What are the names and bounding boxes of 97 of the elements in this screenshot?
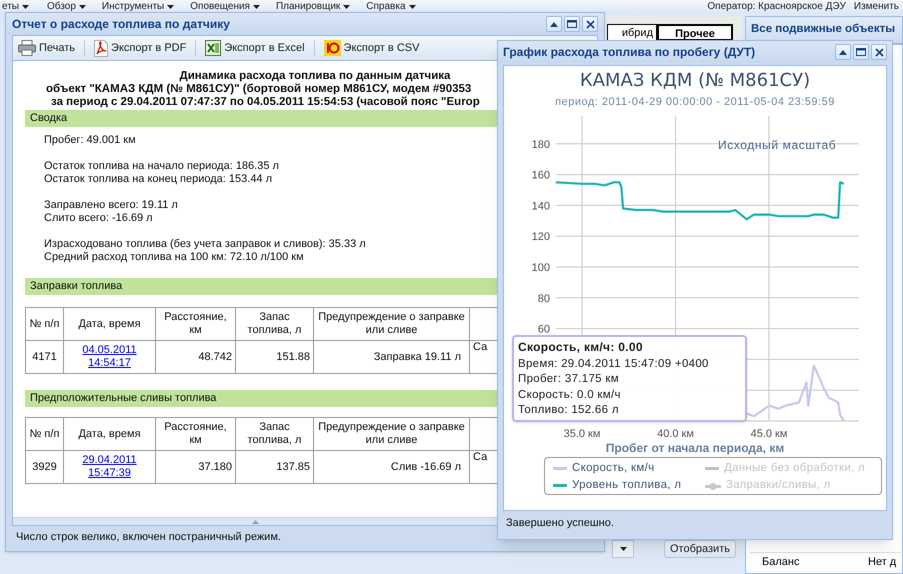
close-icon	[874, 48, 884, 56]
operator-label: Оператор: Красноярское ДЭУ	[707, 0, 846, 12]
table-cell: Слив -16.69 л	[314, 450, 470, 484]
map-tab[interactable]: Прочее	[657, 24, 733, 41]
close-icon	[586, 20, 594, 28]
tooltip-line: Время: 29.04.2011 15:47:09 +0400	[518, 358, 709, 370]
menu-item[interactable]: Обзор	[47, 0, 86, 12]
change-link[interactable]: Изменить	[854, 0, 899, 12]
printer-icon	[18, 40, 36, 56]
menu-item[interactable]: Справка	[366, 0, 416, 12]
column-header: Предупреждение о заправке или сливе	[314, 308, 470, 340]
info-label: Баланс	[761, 555, 800, 570]
summary-line: Слито всего: -16.69 л	[44, 212, 153, 224]
y-tick-label: 140	[532, 200, 550, 212]
column-header: Дата, время	[64, 308, 156, 340]
y-tick-label: 100	[532, 262, 550, 274]
triangle-up-icon	[839, 50, 847, 54]
menu-item[interactable]: еты	[2, 0, 29, 12]
triangle-up-icon	[550, 22, 558, 26]
close-button[interactable]	[582, 16, 598, 32]
column-header: № п/п	[26, 308, 64, 340]
panel-title: Все подвижные объекты	[751, 22, 896, 38]
report-heading: объект "КАМАЗ КДМ (№ М861СУ)" (бортовой номер М861СУ, модем #90353	[46, 83, 472, 95]
close-button[interactable]	[871, 44, 887, 60]
maximize-button[interactable]	[564, 16, 580, 32]
x-tick-label: 45.0 км	[750, 428, 788, 440]
csv-icon	[324, 40, 341, 56]
tooltip-line: Топливо: 152.66 л	[518, 404, 619, 416]
column-header: Расстояние, км	[156, 418, 236, 450]
menu-item[interactable]: Инструменты	[102, 0, 174, 12]
caret-icon	[252, 4, 260, 8]
y-tick-label: 80	[538, 292, 550, 305]
y-tick-label: 160	[532, 170, 550, 182]
y-tick-label: 60	[538, 324, 550, 336]
report-heading: за период с 29.04.2011 07:47:37 по 04.05.2011 15:54:53 (часовой пояс "Europ	[51, 96, 480, 108]
pdf-icon	[94, 40, 108, 56]
table-cell: 151.88	[236, 340, 314, 374]
table-cell: Са	[473, 451, 488, 463]
spreadsheet-icon	[205, 40, 222, 56]
caret-icon	[167, 4, 174, 8]
column-header: Дата, время	[64, 418, 156, 450]
axis-title: Пробег от начала периода, км	[606, 440, 784, 457]
toolbar-button[interactable]: Экспорт в CSV	[322, 40, 422, 56]
x-tick-label: 40.0 км	[657, 428, 694, 440]
status-text: Число строк велико, включен постраничный режим.	[16, 530, 281, 545]
maximize-button[interactable]	[853, 44, 869, 60]
toolbar-button[interactable]: Экспорт в Excel	[203, 40, 307, 56]
summary-line: Остаток топлива на конец периода: 153.44 л	[44, 173, 272, 185]
toolbar-button[interactable]: Экспорт в PDF	[92, 40, 188, 56]
table-cell: 37.180	[156, 450, 236, 484]
legend-item[interactable]: Скорость, км/ч	[553, 460, 705, 478]
table-cell: Заправка 19.11 л	[314, 340, 470, 374]
column-header: Предупреждение о заправке или сливе	[314, 418, 470, 450]
caret-icon	[408, 4, 416, 8]
summary-line: Остаток топлива на начало периода: 186.35 л	[44, 160, 279, 172]
column-header: № п/п	[26, 418, 64, 450]
window-title: Отчет о расходе топлива по датчику	[12, 16, 230, 33]
reset-zoom-button[interactable]: Исходный масштаб	[718, 136, 836, 154]
maximize-icon	[856, 48, 866, 56]
caret-icon	[343, 4, 350, 8]
window-title: График расхода топлива по пробегу (ДУТ)	[503, 44, 756, 61]
summary-line: Израсходовано топлива (без учета заправок и сливов): 35.33 л	[44, 238, 366, 250]
dropdown-button[interactable]	[612, 540, 634, 558]
info-value: Нет д	[868, 555, 896, 570]
status-text: Завершено успешно.	[506, 516, 614, 531]
tooltip-title: Скорость, км/ч: 0.00	[518, 340, 643, 354]
collapse-button[interactable]	[835, 44, 851, 60]
y-tick-label: 120	[532, 231, 550, 244]
menu-item[interactable]: Оповещения	[190, 0, 260, 12]
toolbar-button[interactable]: Печать	[16, 40, 78, 56]
report-heading: Динамика расхода топлива по данным датчика	[180, 70, 450, 82]
summary-line: Заправлено всего: 19.11 л	[44, 199, 178, 211]
map-tab[interactable]: ибрид	[607, 24, 657, 41]
table-cell: 4171	[26, 340, 64, 374]
chart-title: КАМАЗ КДМ (№ М861СУ)	[580, 70, 810, 92]
collapse-button[interactable]	[546, 16, 562, 32]
menu-item[interactable]: Планировщик	[276, 0, 350, 12]
table-cell: 137.85	[236, 450, 314, 484]
grip-triangle-icon	[252, 520, 258, 524]
table-cell: 3929	[26, 450, 64, 484]
table-cell: Са	[473, 341, 488, 353]
table-cell: 48.742	[156, 340, 236, 374]
chart-subtitle: период: 2011-04-29 00:00:00 - 2011-05-04 23:59:59	[555, 94, 835, 110]
x-tick-label: 35.0 км	[564, 428, 600, 440]
caret-icon	[22, 4, 29, 8]
y-tick-label: 180	[532, 138, 550, 151]
caret-icon	[620, 547, 626, 551]
summary-line: Пробег: 49.001 км	[44, 134, 136, 146]
summary-line: Средний расход топлива на 100 км: 72.10 л/100 км	[44, 251, 304, 263]
column-header: Запас топлива, л	[236, 308, 314, 340]
tooltip-line: Пробег: 37.175 км	[518, 373, 619, 385]
show-button[interactable]: Отобразить	[664, 540, 736, 558]
column-header: Расстояние, км	[156, 308, 236, 340]
legend-item[interactable]: Уровень топлива, л	[553, 477, 705, 494]
column-header: Запас топлива, л	[236, 418, 314, 450]
maximize-icon	[567, 20, 577, 28]
caret-icon	[78, 4, 86, 8]
